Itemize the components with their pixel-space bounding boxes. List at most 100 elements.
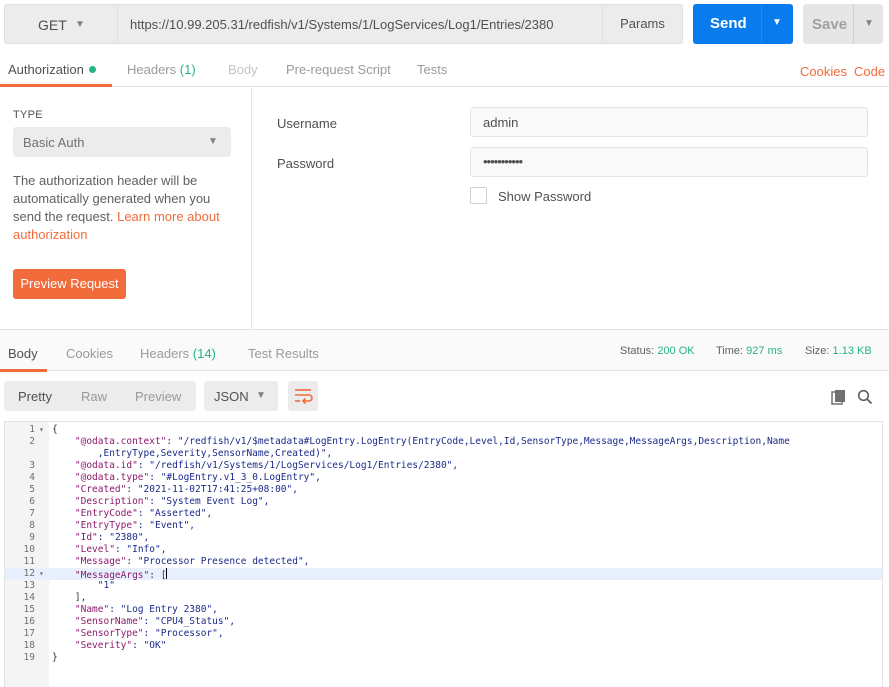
json-value: : "2021-11-02T17:41:25+08:00", <box>126 484 298 495</box>
send-options-chevron-icon[interactable]: ▼ <box>772 17 782 28</box>
code-text: "@odata.context": "/redfish/v1/$metadata… <box>52 436 790 448</box>
tab-response-headers-label: Headers <box>140 346 190 361</box>
code-line: 6 "Description": "System Event Log", <box>5 496 882 508</box>
code-line: 11 "Message": "Processor Presence detect… <box>5 556 882 568</box>
status-stat: Status: 200 OK <box>620 345 695 357</box>
json-value: : "Event", <box>137 520 196 531</box>
search-icon[interactable] <box>857 389 873 405</box>
json-value: "1" <box>52 580 115 591</box>
time-stat: Time: 927 ms <box>716 345 782 357</box>
line-number: 4 <box>29 472 35 483</box>
request-tabs: Authorization Headers (1) Body Pre-reque… <box>0 51 889 87</box>
send-button[interactable]: Send ▼ <box>693 4 793 44</box>
json-value: : "/redfish/v1/Systems/1/LogServices/Log… <box>137 460 459 471</box>
code-line: 15 "Name": "Log Entry 2380", <box>5 604 882 616</box>
tab-headers[interactable]: Headers (1) <box>127 62 196 77</box>
tab-prerequest-script[interactable]: Pre-request Script <box>286 62 391 77</box>
send-label: Send <box>710 15 747 32</box>
size-label: Size: <box>805 345 830 357</box>
code-line: 16 "SensorName": "CPU4_Status", <box>5 616 882 628</box>
auth-type-value: Basic Auth <box>23 135 85 150</box>
save-options-chevron-icon[interactable]: ▼ <box>864 18 874 29</box>
json-key: "Description" <box>74 496 150 507</box>
line-number: 1 <box>29 424 35 435</box>
response-body-editor[interactable]: 1 ▾ {2 "@odata.context": "/redfish/v1/$met… <box>4 421 883 687</box>
copy-icon[interactable] <box>831 389 847 405</box>
username-label: Username <box>277 116 337 131</box>
line-number: 17 <box>23 628 35 639</box>
username-field[interactable]: admin <box>470 107 868 137</box>
save-divider <box>853 4 854 44</box>
cookies-link[interactable]: Cookies <box>800 64 847 79</box>
code-text: "SensorName": "CPU4_Status", <box>52 616 235 628</box>
code-text: "EntryCode": "Asserted", <box>52 508 212 520</box>
code-text: "Created": "2021-11-02T17:41:25+08:00", <box>52 484 298 496</box>
fold-chevron-icon[interactable]: ▾ <box>39 424 44 436</box>
save-label: Save <box>812 16 848 33</box>
line-number: 7 <box>29 508 35 519</box>
code-text: } <box>52 652 58 664</box>
code-text: "@odata.type": "#LogEntry.v1_3_0.LogEntr… <box>52 472 321 484</box>
view-mode-group: Pretty Raw Preview <box>4 381 196 411</box>
tab-authorization[interactable]: Authorization <box>8 62 96 77</box>
json-key: "Id" <box>74 532 98 543</box>
time-label: Time: <box>716 345 744 357</box>
active-response-tab-indicator <box>0 369 47 372</box>
code-line: 5 "Created": "2021-11-02T17:41:25+08:00"… <box>5 484 882 496</box>
preview-request-button[interactable]: Preview Request <box>13 269 126 299</box>
code-link[interactable]: Code <box>854 64 885 79</box>
wrap-lines-button[interactable] <box>288 381 318 411</box>
tab-response-headers[interactable]: Headers (14) <box>140 346 216 361</box>
size-value: 1.13 KB <box>832 345 872 357</box>
username-value: admin <box>483 115 519 130</box>
line-number: 18 <box>23 640 35 651</box>
wrap-lines-icon <box>295 389 313 405</box>
format-select[interactable]: JSON ▼ <box>204 381 278 411</box>
line-number: 19 <box>23 652 35 663</box>
url-text: https://10.99.205.31/redfish/v1/Systems/… <box>130 17 554 32</box>
line-number: 3 <box>29 460 35 471</box>
password-field[interactable]: ••••••••••• <box>470 147 868 177</box>
line-number: 12 <box>23 568 35 579</box>
params-button[interactable]: Params <box>602 4 683 44</box>
json-value: : "Asserted", <box>137 508 213 519</box>
request-bar: GET ▼ https://10.99.205.31/redfish/v1/Sy… <box>0 0 889 50</box>
tab-response-cookies[interactable]: Cookies <box>66 346 113 361</box>
show-password-checkbox[interactable] <box>470 187 487 204</box>
code-line: 3 "@odata.id": "/redfish/v1/Systems/1/Lo… <box>5 460 882 472</box>
tab-test-results[interactable]: Test Results <box>248 346 319 361</box>
tab-body[interactable]: Body <box>228 62 258 77</box>
code-text: "EntryType": "Event", <box>52 520 195 532</box>
tab-response-body[interactable]: Body <box>8 346 38 361</box>
code-line: 17 "SensorType": "Processor", <box>5 628 882 640</box>
code-line: 14 ], <box>5 592 882 604</box>
url-input[interactable]: https://10.99.205.31/redfish/v1/Systems/… <box>118 4 602 44</box>
time-value: 927 ms <box>746 345 783 357</box>
fold-chevron-icon[interactable]: ▾ <box>39 568 44 580</box>
code-text: "Level": "Info", <box>52 544 167 556</box>
tab-headers-label: Headers <box>127 62 177 77</box>
tab-tests[interactable]: Tests <box>417 62 447 77</box>
pretty-button[interactable]: Pretty <box>18 389 52 404</box>
code-text: "Description": "System Event Log", <box>52 496 269 508</box>
response-headers-count: (14) <box>192 346 216 361</box>
raw-button[interactable]: Raw <box>81 389 107 404</box>
json-key: "SensorType" <box>74 628 144 639</box>
status-label: Status: <box>620 345 655 357</box>
save-button[interactable]: Save ▼ <box>803 4 883 44</box>
preview-button[interactable]: Preview <box>135 389 181 404</box>
auth-type-select[interactable]: Basic Auth ▼ <box>13 127 231 157</box>
method-select[interactable]: GET ▼ <box>4 4 118 44</box>
json-value: { <box>52 424 58 435</box>
json-value: : "Log Entry 2380", <box>109 604 218 615</box>
json-key: "EntryCode" <box>74 508 138 519</box>
json-key: "@odata.context" <box>74 436 167 447</box>
json-value: : "Processor", <box>143 628 224 639</box>
headers-count: (1) <box>179 62 196 77</box>
json-value: : "System Event Log", <box>149 496 270 507</box>
auth-type-panel: TYPE Basic Auth ▼ The authorization head… <box>0 88 252 329</box>
line-number: 2 <box>29 436 35 447</box>
json-key: "@odata.id" <box>74 460 138 471</box>
json-value: } <box>52 652 58 663</box>
show-password-label[interactable]: Show Password <box>498 189 591 204</box>
